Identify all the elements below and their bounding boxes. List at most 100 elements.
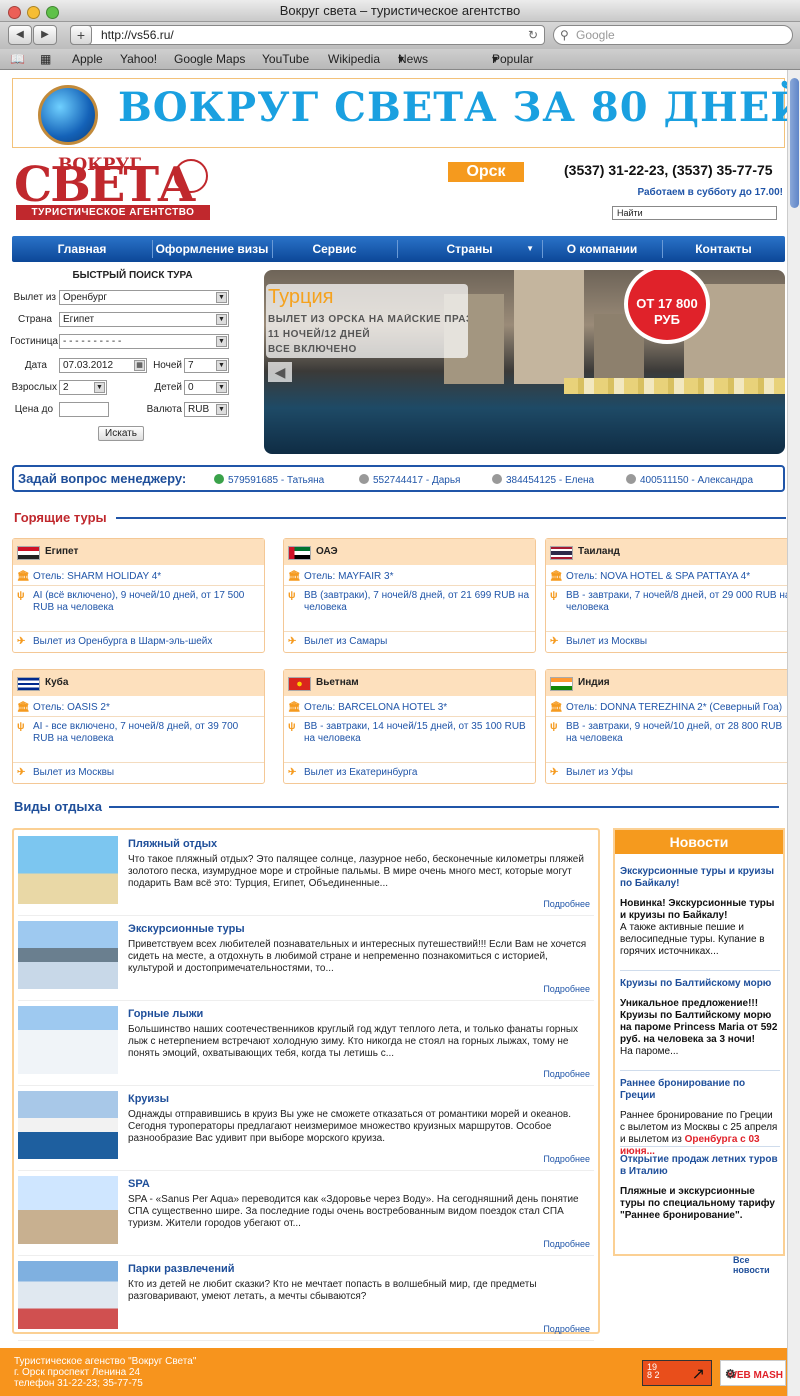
select-from[interactable]: Оренбург ▼ (59, 290, 229, 305)
heading-underline (116, 517, 786, 519)
vacation-type-image[interactable] (18, 1006, 118, 1074)
menu-item-about[interactable]: О компании (542, 236, 662, 262)
vacation-type-title[interactable]: Парки развлечений (128, 1263, 234, 1275)
bookmark-google-maps[interactable]: Google Maps (174, 49, 245, 70)
select-adults[interactable]: 2 ▼ (59, 380, 107, 395)
hot-tour-card[interactable]: Куба 🏛 Отель: OASIS 2* ψ AI - все включено, … (12, 669, 265, 784)
card-country[interactable]: Египет (45, 546, 78, 557)
more-link[interactable]: Подробнее (543, 1324, 590, 1334)
chevron-down-icon: ▼ (216, 404, 227, 415)
vacation-type-title[interactable]: Пляжный отдых (128, 838, 217, 850)
page-scrollbar[interactable] (787, 70, 800, 1396)
menu-item-countries[interactable]: Страны ▼ (397, 236, 542, 262)
hot-tour-card[interactable]: ОАЭ 🏛 Отель: MAYFAIR 3* ψ BB (завтраки), 7 н… (283, 538, 536, 653)
label-hotel: Гостиница (10, 336, 58, 347)
news-item-title[interactable]: Круизы по Балтийскому морю (620, 978, 780, 990)
hotel-icon: 🏛 (17, 571, 30, 582)
add-bookmark-button[interactable]: + (70, 25, 92, 45)
card-header: Индия (546, 670, 787, 696)
hot-tour-card[interactable]: Вьетнам 🏛 Отель: BARCELONA HOTEL 3* ψ BB - з… (283, 669, 536, 784)
calendar-icon[interactable]: ▦ (134, 360, 145, 371)
close-window-button[interactable] (8, 6, 21, 19)
manager-contact-1[interactable]: 579591685 - Татьяна (214, 474, 324, 486)
card-country[interactable]: Куба (45, 677, 68, 688)
hot-tour-card[interactable]: Индия 🏛 Отель: DONNA TEREZHINA 2* (Северны… (545, 669, 787, 784)
vacation-type-image[interactable] (18, 1091, 118, 1159)
vidy-heading: Виды отдыха (14, 799, 779, 814)
saturday-notice: Работаем в субботу до 17.00! (637, 187, 783, 198)
city-tab[interactable]: Орск (448, 162, 524, 182)
vacation-type-image[interactable] (18, 1261, 118, 1329)
slider-caption: Турция ВЫЛЕТ ИЗ ОРСКА НА МАЙСКИЕ ПРАЗДНИ… (266, 284, 468, 358)
more-link[interactable]: Подробнее (543, 1069, 590, 1079)
site-search-input[interactable]: Найти (612, 206, 777, 220)
address-bar[interactable]: http://vs56.ru/ ↻ (70, 25, 545, 45)
card-country[interactable]: Вьетнам (316, 677, 359, 688)
manager-contact-2[interactable]: 552744417 - Дарья (359, 474, 460, 486)
vacation-type-image[interactable] (18, 921, 118, 989)
select-currency[interactable]: RUB ▼ (184, 402, 229, 417)
vacation-type-title[interactable]: Горные лыжи (128, 1008, 203, 1020)
bookmark-apple[interactable]: Apple (72, 49, 103, 70)
slider-line2: 11 НОЧЕЙ/12 ДНЕЙ (268, 329, 371, 340)
bookmark-popular[interactable]: Popular ▾ (492, 49, 533, 70)
news-item-title[interactable]: Раннее бронирование по Греции (620, 1078, 780, 1102)
vacation-type-text: Большинство наших соотечественников круг… (128, 1024, 579, 1059)
card-country[interactable]: Таиланд (578, 546, 620, 557)
scrollbar-thumb[interactable] (790, 78, 799, 208)
meal-icon: ψ (17, 590, 25, 601)
top-banner[interactable]: ВОКРУГ СВЕТА ЗА 80 ДНЕЙ! (12, 78, 787, 148)
card-country[interactable]: ОАЭ (316, 546, 338, 557)
manager-contact-3[interactable]: 384454125 - Елена (492, 474, 594, 486)
hot-tour-card[interactable]: Таиланд 🏛 Отель: NOVA HOTEL & SPA PATTAYA … (545, 538, 787, 653)
search-tour-button[interactable]: Искать (98, 426, 144, 441)
vacation-type-image[interactable] (18, 1176, 118, 1244)
top-sites-icon[interactable]: ▦ (40, 49, 51, 70)
news-item-bold: Уникальное предложение!!! Круизы по Балт… (620, 998, 778, 1045)
select-country[interactable]: Египет ▼ (59, 312, 229, 327)
select-nights[interactable]: 7 ▼ (184, 358, 229, 373)
more-link[interactable]: Подробнее (543, 1154, 590, 1164)
menu-item-visa[interactable]: Оформление визы (152, 236, 272, 262)
card-offer-row: ψ BB - завтраки, 9 ночей/10 дней, от 28 8… (550, 721, 783, 744)
reading-list-icon[interactable]: 📖 (10, 49, 25, 70)
bookmark-yahoo[interactable]: Yahoo! (120, 49, 157, 70)
reload-icon[interactable]: ↻ (528, 26, 538, 44)
vacation-type-text: Однажды отправившись в круиз Вы уже не с… (128, 1109, 571, 1144)
bookmark-youtube[interactable]: YouTube (262, 49, 309, 70)
select-hotel[interactable]: - - - - - - - - - - ▼ (59, 334, 229, 349)
forward-button[interactable]: ▶ (33, 25, 57, 45)
vacation-type-title[interactable]: Экскурсионные туры (128, 923, 245, 935)
bookmark-news[interactable]: News (1002) ▾ (398, 49, 433, 87)
select-children[interactable]: 0 ▼ (184, 380, 229, 395)
card-country[interactable]: Индия (578, 677, 610, 688)
webmash-logo[interactable]: ⚙ WEB MASH (720, 1360, 786, 1386)
slider-prev-arrow-icon[interactable]: ◀ (268, 362, 292, 382)
all-news-link[interactable]: Все новости (733, 1255, 787, 1275)
vacation-type-title[interactable]: Круизы (128, 1093, 169, 1105)
chevron-down-icon: ▼ (216, 292, 227, 303)
vacation-type-title[interactable]: SPA (128, 1178, 150, 1190)
minimize-window-button[interactable] (27, 6, 40, 19)
vacation-type-image[interactable] (18, 836, 118, 904)
news-item-title[interactable]: Экскурсионные туры и круизы по Байкалу! (620, 866, 780, 890)
more-link[interactable]: Подробнее (543, 899, 590, 909)
card-offer-row: ψ BB - завтраки, 14 ночей/15 дней, от 35 … (288, 721, 526, 744)
bookmark-wikipedia[interactable]: Wikipedia (328, 49, 380, 70)
more-link[interactable]: Подробнее (543, 984, 590, 994)
visit-counter[interactable]: 19 8 2 ↗ (642, 1360, 712, 1386)
back-button[interactable]: ◀ (8, 25, 32, 45)
menu-item-home[interactable]: Главная (12, 236, 152, 262)
promo-slider[interactable]: Турция ВЫЛЕТ ИЗ ОРСКА НА МАЙСКИЕ ПРАЗДНИ… (264, 270, 785, 454)
date-input[interactable]: 07.03.2012 ▦ (59, 358, 147, 373)
browser-search-input[interactable]: ⚲ Google (553, 25, 793, 45)
zoom-window-button[interactable] (46, 6, 59, 19)
site-logo[interactable]: ВОКРУГ СВЕТА ТУРИСТИЧЕСКОЕ АГЕНТСТВО (14, 155, 214, 225)
price-input[interactable] (59, 402, 109, 417)
more-link[interactable]: Подробнее (543, 1239, 590, 1249)
menu-item-contacts[interactable]: Контакты (662, 236, 785, 262)
news-item-title[interactable]: Открытие продаж летних туров в Италию (620, 1154, 780, 1178)
hot-tour-card[interactable]: Египет 🏛 Отель: SHARM HOLIDAY 4* ψ AI (всё в… (12, 538, 265, 653)
menu-item-service[interactable]: Сервис (272, 236, 397, 262)
manager-contact-4[interactable]: 400511150 - Александра (626, 474, 753, 486)
